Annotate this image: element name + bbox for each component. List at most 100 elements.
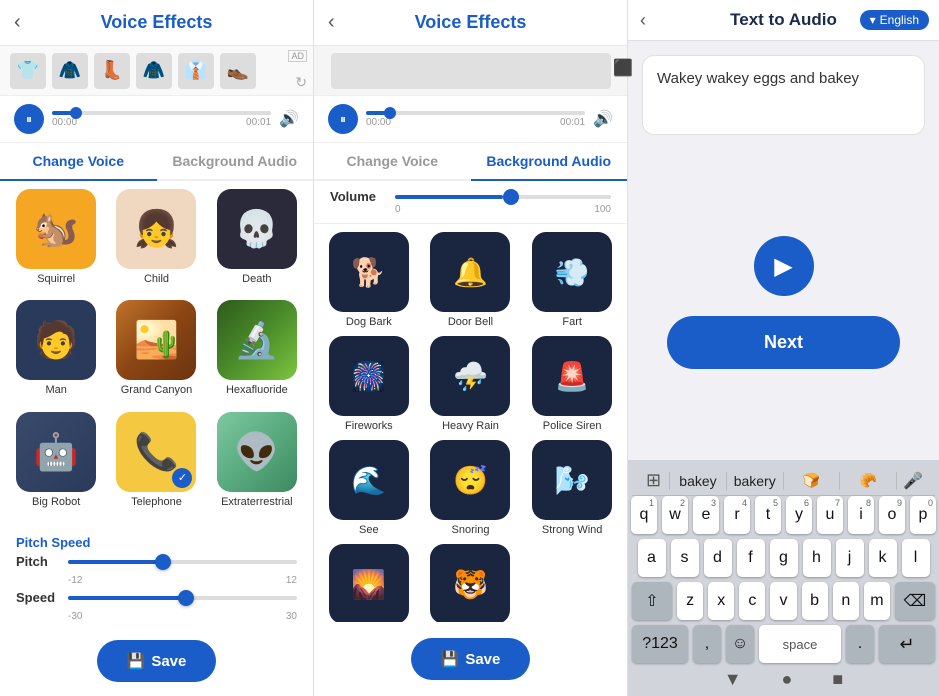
kb-key-z[interactable]: z <box>677 582 703 620</box>
kb-key-h[interactable]: h <box>803 539 831 577</box>
save-button-1[interactable]: 💾 Save <box>97 640 217 682</box>
voice-item-hexafluoride[interactable]: 🔬 Hexafluoride <box>209 300 305 407</box>
kb-mic-icon[interactable]: 🎤 <box>897 471 929 491</box>
kb-suggestion-1[interactable]: bakery <box>727 471 783 491</box>
kb-key-y[interactable]: y6 <box>786 496 812 534</box>
tab-change-voice-1[interactable]: Change Voice <box>0 143 157 181</box>
kb-key-f[interactable]: f <box>737 539 765 577</box>
kb-key-r[interactable]: r4 <box>724 496 750 534</box>
kb-key-c[interactable]: c <box>739 582 765 620</box>
kb-key-t[interactable]: t5 <box>755 496 781 534</box>
p3-header: ‹ Text to Audio ▾ English <box>628 0 939 41</box>
kb-key-j[interactable]: j <box>836 539 864 577</box>
kb-suggestion-0[interactable]: bakey <box>670 471 726 491</box>
bg-item-door-bell[interactable]: 🔔 Door Bell <box>424 232 518 328</box>
volume-icon-1[interactable]: 🔊 <box>279 109 299 129</box>
speed-thumb[interactable] <box>178 590 194 606</box>
progress-track-2[interactable] <box>366 111 585 115</box>
kb-suggestion-2[interactable]: 🍞 <box>784 470 840 491</box>
kb-key-s[interactable]: s <box>671 539 699 577</box>
kb-comma-key[interactable]: , <box>693 625 721 663</box>
voice-label-man: Man <box>45 384 66 396</box>
progress-track-1[interactable] <box>52 111 271 115</box>
voice-item-grand-canyon[interactable]: 🏜️ Grand Canyon <box>108 300 204 407</box>
kb-key-p[interactable]: p0 <box>910 496 936 534</box>
bg-item-police-siren[interactable]: 🚨 Police Siren <box>525 336 619 432</box>
voice-item-squirrel[interactable]: 🐿️ Squirrel <box>8 189 104 296</box>
kb-key-e[interactable]: e3 <box>693 496 719 534</box>
speed-label: Speed <box>16 590 60 605</box>
kb-key-g[interactable]: g <box>770 539 798 577</box>
bg-item-dog-bark[interactable]: 🐕 Dog Bark <box>322 232 416 328</box>
ad-refresh-1[interactable]: ↻ <box>295 74 307 91</box>
bg-item-fireworks[interactable]: 🎆 Fireworks <box>322 336 416 432</box>
p3-title: Text to Audio <box>730 10 837 30</box>
kb-key-l[interactable]: l <box>902 539 930 577</box>
bg-item-tiger[interactable]: 🐯 Tiger <box>424 544 518 622</box>
kb-nav-square-icon[interactable]: ■ <box>832 669 843 690</box>
kb-nav-circle-icon[interactable]: ● <box>782 669 793 690</box>
kb-key-k[interactable]: k <box>869 539 897 577</box>
kb-key-u[interactable]: u7 <box>817 496 843 534</box>
kb-key-m[interactable]: m <box>864 582 890 620</box>
voice-item-extraterrestrial[interactable]: 👽 Extraterrestrial <box>209 412 305 519</box>
progress-thumb-1[interactable] <box>70 107 82 119</box>
back-button-2[interactable]: ‹ <box>328 11 335 34</box>
pitch-track[interactable] <box>68 560 297 564</box>
speed-track[interactable] <box>68 596 297 600</box>
kb-key-x[interactable]: x <box>708 582 734 620</box>
kb-key-w[interactable]: w2 <box>662 496 688 534</box>
back-button-1[interactable]: ‹ <box>14 11 21 34</box>
bg-item-heavy-rain[interactable]: ⛈️ Heavy Rain <box>424 336 518 432</box>
bg-label-heavy-rain: Heavy Rain <box>442 420 499 432</box>
tab-background-audio-1[interactable]: Background Audio <box>157 143 314 179</box>
bg-item-fart[interactable]: 💨 Fart <box>525 232 619 328</box>
volume-icon-2[interactable]: 🔊 <box>593 109 613 129</box>
voice-item-child[interactable]: 👧 Child <box>108 189 204 296</box>
kb-key-d[interactable]: d <box>704 539 732 577</box>
pause-button-2[interactable]: ⏸ <box>328 104 358 134</box>
kb-key-q[interactable]: q1 <box>631 496 657 534</box>
kb-period-key[interactable]: . <box>846 625 874 663</box>
voice-item-man[interactable]: 🧑 Man <box>8 300 104 407</box>
voice-item-telephone[interactable]: 📞 ✓ Telephone <box>108 412 204 519</box>
voice-thumb-man: 🧑 <box>16 300 96 380</box>
bg-item-strong-wind[interactable]: 🌬️ Strong Wind <box>525 440 619 536</box>
kb-enter-key[interactable]: ↵ <box>879 625 935 663</box>
bg-item-summer-night[interactable]: 🌄 Summer Night <box>322 544 416 622</box>
kb-key-v[interactable]: v <box>770 582 796 620</box>
kb-numbers-key[interactable]: ?123 <box>632 625 688 663</box>
pause-button-1[interactable]: ⏸ <box>14 104 44 134</box>
kb-key-n[interactable]: n <box>833 582 859 620</box>
play-preview-button[interactable]: ▶ <box>754 236 814 296</box>
back-button-3[interactable]: ‹ <box>640 10 646 31</box>
volume-thumb[interactable] <box>503 189 519 205</box>
kb-key-i[interactable]: i8 <box>848 496 874 534</box>
language-selector[interactable]: ▾ English <box>860 10 929 30</box>
bg-item-snoring[interactable]: 😴 Snoring <box>424 440 518 536</box>
kb-emoji-key[interactable]: ☺ <box>726 625 754 663</box>
kb-key-o[interactable]: o9 <box>879 496 905 534</box>
progress-thumb-2[interactable] <box>384 107 396 119</box>
voice-item-death[interactable]: 💀 Death <box>209 189 305 296</box>
kb-shift-key[interactable]: ⇧ <box>632 582 672 620</box>
save-button-2[interactable]: 💾 Save <box>411 638 531 680</box>
bg-label-strong-wind: Strong Wind <box>542 524 603 536</box>
tab-change-voice-2[interactable]: Change Voice <box>314 143 471 179</box>
bg-item-see[interactable]: 🌊 See <box>322 440 416 536</box>
next-button[interactable]: Next <box>667 316 900 369</box>
voice-item-big-robot[interactable]: 🤖 Big Robot <box>8 412 104 519</box>
kb-space-key[interactable]: space <box>759 625 841 663</box>
volume-track[interactable] <box>395 195 611 199</box>
pitch-thumb[interactable] <box>155 554 171 570</box>
kb-nav-down-icon[interactable]: ▼ <box>724 669 742 690</box>
kb-key-a[interactable]: a <box>638 539 666 577</box>
kb-backspace-key[interactable]: ⌫ <box>895 582 935 620</box>
text-input-area[interactable]: Wakey wakey eggs and bakey <box>642 55 925 135</box>
ad-item-4: 🧥 <box>136 53 172 89</box>
kb-grid-icon[interactable]: ⊞ <box>638 470 669 491</box>
kb-key-b[interactable]: b <box>802 582 828 620</box>
tab-background-audio-2[interactable]: Background Audio <box>471 143 628 181</box>
kb-suggestion-3[interactable]: 🥐 <box>840 470 896 491</box>
voice-label-squirrel: Squirrel <box>37 273 75 285</box>
